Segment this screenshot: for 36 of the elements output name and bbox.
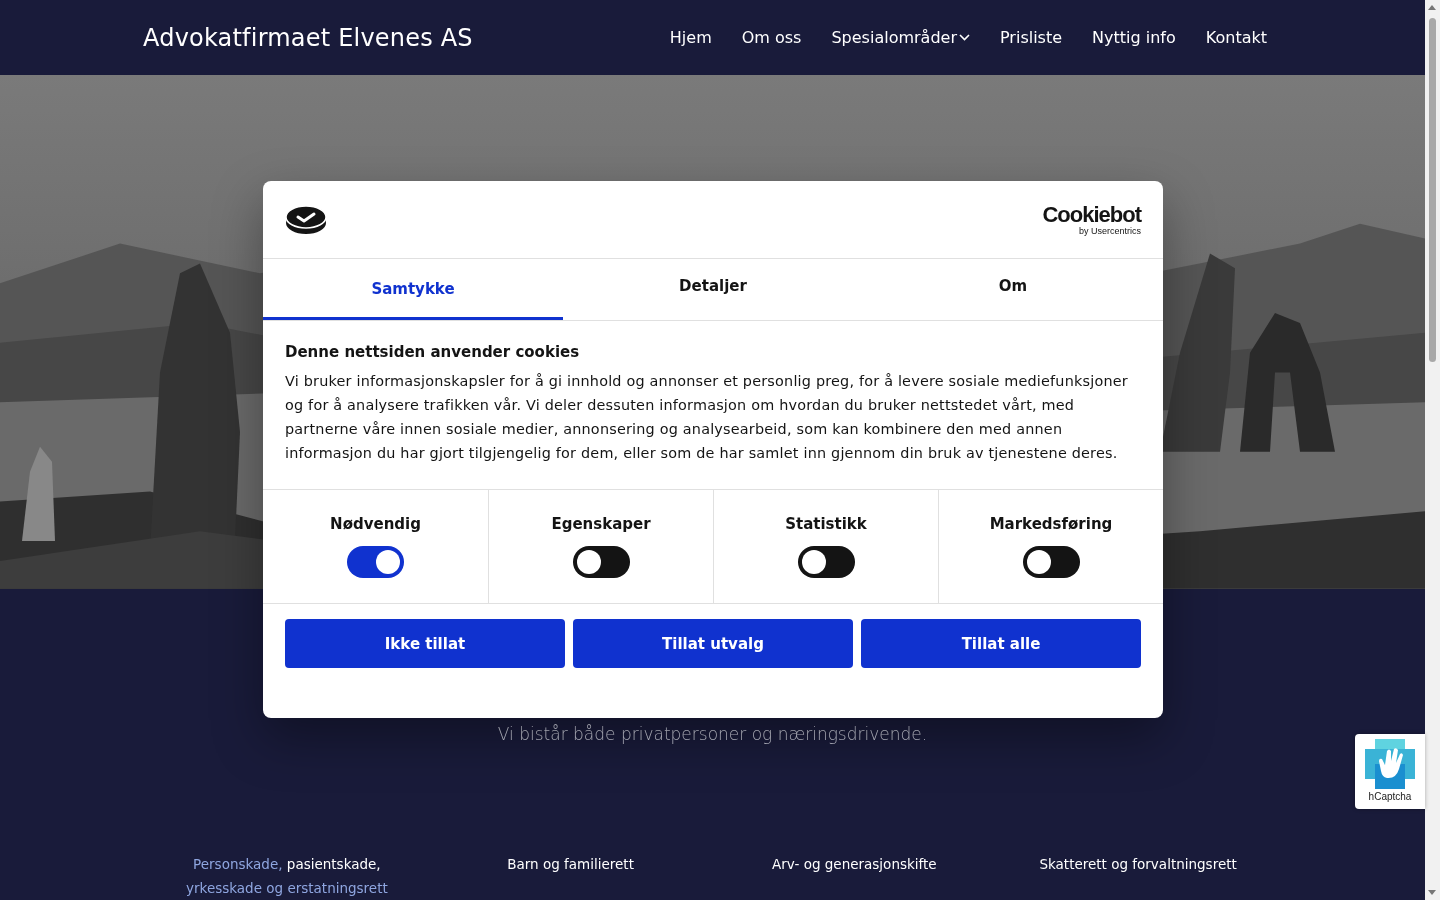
consent-button[interactable]: Ikke tillat <box>285 619 565 668</box>
practice-area-link[interactable]: Skatterett og forvaltningsrett <box>1039 856 1237 872</box>
site-title[interactable]: Advokatfirmaet Elvenes AS <box>143 23 473 52</box>
intro-text: Vi bistår både privatpersoner og næringsdrivende. <box>497 724 928 744</box>
practice-area-link[interactable]: Personskade, <box>193 856 283 872</box>
practice-area-link[interactable]: pasientskade, <box>286 856 381 872</box>
scrollbar[interactable] <box>1425 0 1440 900</box>
toggle-switch[interactable] <box>797 546 855 578</box>
category-label: Nødvendig <box>330 515 421 533</box>
nav-link[interactable]: Om oss <box>741 28 802 48</box>
dialog-text: Vi bruker informasjonskapsler for å gi innhold og annonser et personlig preg, for å levere sosiale mediefunksjoner og for å analysere trafikken vår. Vi deler dessuten informasjon om hvordan du bruker nettstedet vårt, med partnerne våre innen sosiale medier, annonsering og analysearbeid, som kan kombinere den med annen informasjon du har gjort tilgjengelig for dem, eller som de har samlet inn gjennom din bruk av tjenestene deres. <box>285 372 1129 463</box>
toggle-switch[interactable] <box>1022 546 1080 578</box>
category-label: Statistikk <box>785 515 867 533</box>
caret-icon <box>959 34 970 42</box>
nav-link[interactable]: Spesialområder <box>831 28 970 48</box>
hand-icon <box>1365 739 1415 789</box>
consent-button[interactable]: Tillat alle <box>861 619 1141 668</box>
dialog-heading: Denne nettsiden anvender cookies <box>285 343 581 361</box>
dialog-tab[interactable]: Samtykke <box>263 259 563 320</box>
captcha-badge[interactable]: hCaptcha <box>1355 734 1425 809</box>
nav-link[interactable]: Nyttig info <box>1092 28 1176 48</box>
nav-link[interactable]: Kontakt <box>1205 28 1267 48</box>
nav-link[interactable]: Prisliste <box>1000 28 1063 48</box>
toggle-switch[interactable] <box>347 546 404 578</box>
nav-link[interactable]: Hjem <box>669 28 712 48</box>
category-label: Egenskaper <box>551 515 651 533</box>
practice-area-link[interactable]: Barn og familierett <box>507 856 634 872</box>
check-badge-icon <box>285 203 327 236</box>
practice-area-link[interactable]: Arv- og generasjonskifte <box>772 856 937 872</box>
toggle-switch[interactable] <box>572 546 630 578</box>
dialog-tab[interactable]: Detaljer <box>563 259 863 320</box>
cookiebot-logo: Cookiebot by Usercentrics <box>1042 203 1141 236</box>
practice-area-link[interactable]: yrkesskade og erstatningsrett <box>186 880 388 896</box>
category-label: Markedsføring <box>989 515 1113 533</box>
consent-button[interactable]: Tillat utvalg <box>573 619 853 668</box>
dialog-tab[interactable]: Om <box>863 259 1163 320</box>
